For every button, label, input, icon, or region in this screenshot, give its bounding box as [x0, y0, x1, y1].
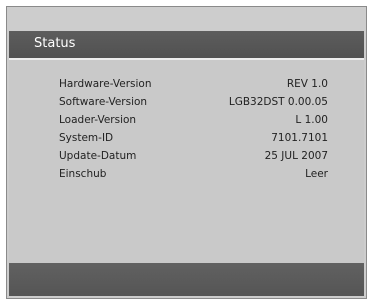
- status-label: Einschub: [59, 168, 107, 180]
- status-row-hardware-version: Hardware-Version REV 1.0: [9, 75, 364, 93]
- status-row-software-version: Software-Version LGB32DST 0.00.05: [9, 93, 364, 111]
- status-value: LGB32DST 0.00.05: [228, 96, 328, 108]
- status-value: REV 1.0: [286, 78, 328, 90]
- status-value: 7101.7101: [271, 132, 328, 144]
- status-row-einschub: Einschub Leer: [9, 165, 364, 183]
- status-value: 25 JUL 2007: [264, 150, 328, 162]
- status-value: L 1.00: [295, 114, 328, 126]
- status-row-update-datum: Update-Datum 25 JUL 2007: [9, 147, 364, 165]
- status-row-system-id: System-ID 7101.7101: [9, 129, 364, 147]
- status-value: Leer: [305, 168, 328, 180]
- title-bar: Status: [9, 31, 364, 60]
- status-panel: Hardware-Version REV 1.0 Software-Versio…: [9, 60, 364, 263]
- page-title: Status: [34, 36, 76, 51]
- footer-bar: [9, 263, 364, 296]
- status-label: Loader-Version: [59, 114, 137, 126]
- status-label: System-ID: [59, 132, 114, 144]
- status-label: Software-Version: [59, 96, 148, 108]
- status-label: Hardware-Version: [59, 78, 152, 90]
- status-row-loader-version: Loader-Version L 1.00: [9, 111, 364, 129]
- status-label: Update-Datum: [59, 150, 137, 162]
